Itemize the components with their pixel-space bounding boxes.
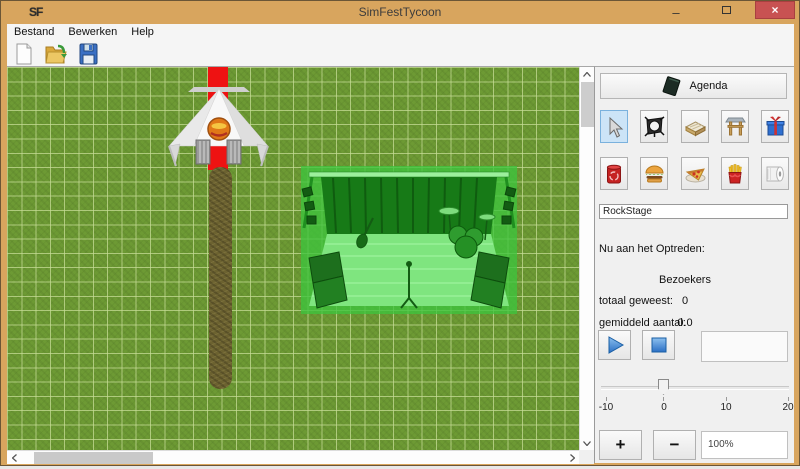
speed-slider-thumb[interactable]: [658, 379, 669, 395]
entrance-gate-icon: [724, 115, 747, 138]
spotlight-tool-button[interactable]: [640, 110, 668, 143]
menu-help[interactable]: Help: [124, 24, 161, 41]
play-button[interactable]: [598, 330, 631, 360]
menu-bar: Bestand Bewerken Help: [7, 24, 794, 41]
new-file-button[interactable]: [11, 42, 37, 65]
visitors-header: Bezoekers: [640, 274, 730, 286]
slider-label-zero: 0: [649, 402, 679, 413]
burger-tool-button[interactable]: [640, 157, 668, 190]
scroll-up-button[interactable]: [580, 67, 594, 81]
vertical-scroll-thumb[interactable]: [581, 82, 594, 127]
trash-bin-tool-button[interactable]: [600, 157, 628, 190]
save-icon: [78, 43, 99, 65]
festival-terrain-grid[interactable]: [7, 67, 579, 450]
chevron-up-icon: [583, 72, 591, 77]
zoom-out-button[interactable]: −: [653, 430, 696, 460]
title-bar[interactable]: SF SimFestTycoon – ×: [1, 1, 799, 24]
side-panel: Agenda: [594, 66, 794, 463]
slider-label-ten: 10: [711, 402, 741, 413]
dirt-path[interactable]: [209, 167, 232, 389]
stop-icon: [651, 337, 667, 353]
slider-label-min: -10: [591, 402, 621, 413]
entrance-gate-tool-button[interactable]: [721, 110, 749, 143]
agenda-book-icon: [660, 76, 682, 96]
cursor-icon: [604, 116, 624, 138]
horizontal-scrollbar[interactable]: [7, 450, 579, 464]
stop-button[interactable]: [642, 330, 675, 360]
select-tool-button[interactable]: [600, 110, 628, 143]
agenda-label: Agenda: [690, 80, 728, 92]
menu-bestand[interactable]: Bestand: [7, 24, 61, 41]
toilet-paper-icon: [764, 164, 786, 184]
slider-tick: [606, 397, 607, 401]
performance-info-box: [701, 331, 788, 362]
scrollbar-corner: [579, 450, 594, 464]
menu-bewerken[interactable]: Bewerken: [61, 24, 124, 41]
chevron-left-icon: [12, 454, 17, 462]
scroll-left-button[interactable]: [7, 451, 21, 465]
slider-label-twenty: 20: [773, 402, 800, 413]
slider-tick: [726, 397, 727, 401]
zoom-in-button[interactable]: +: [599, 430, 642, 460]
scroll-down-button[interactable]: [580, 436, 594, 450]
stage-platform-icon: [684, 117, 707, 137]
chevron-right-icon: [570, 454, 575, 462]
now-performing-label: Nu aan het Optreden:: [599, 243, 705, 255]
spotlight-icon: [643, 115, 666, 138]
chevron-down-icon: [583, 441, 591, 446]
app-window: SF SimFestTycoon – × Bestand Bewerken He…: [0, 0, 800, 466]
stage-name-input[interactable]: [599, 204, 788, 219]
simfest-logo: [208, 118, 230, 140]
stage-placement-preview[interactable]: [301, 166, 517, 314]
entrance-tent[interactable]: [166, 84, 271, 169]
gift-icon: [764, 115, 787, 138]
close-button[interactable]: ×: [755, 1, 795, 19]
average-visitors-value: 0.0: [640, 317, 730, 329]
vertical-scrollbar[interactable]: [579, 67, 594, 450]
menu-toolbar-area: Bestand Bewerken Help: [7, 24, 794, 66]
stage-tool-button[interactable]: [681, 110, 709, 143]
pizza-tool-button[interactable]: [681, 157, 709, 190]
maximize-icon: [722, 6, 731, 14]
slider-tick: [788, 397, 789, 401]
scroll-right-button[interactable]: [565, 451, 579, 465]
maximize-button[interactable]: [709, 1, 743, 19]
save-button[interactable]: [75, 42, 101, 65]
slider-tick: [663, 397, 664, 401]
zoom-level-value: 100%: [701, 431, 788, 459]
open-file-icon: [44, 43, 68, 65]
fries-tool-button[interactable]: [721, 157, 749, 190]
pizza-icon: [684, 163, 707, 184]
speed-slider-track[interactable]: [601, 386, 789, 390]
horizontal-scroll-thumb[interactable]: [34, 452, 153, 464]
fries-icon: [725, 163, 745, 185]
play-icon: [605, 335, 625, 355]
toilet-tool-button[interactable]: [761, 157, 789, 190]
toolbar: [7, 41, 794, 66]
agenda-button[interactable]: Agenda: [600, 73, 787, 99]
gift-tool-button[interactable]: [761, 110, 789, 143]
open-file-button[interactable]: [43, 42, 69, 65]
new-file-icon: [14, 43, 34, 65]
burger-icon: [643, 163, 666, 184]
total-visitors-value: 0: [640, 295, 730, 307]
trash-bin-icon: [604, 163, 624, 185]
minimize-button[interactable]: –: [659, 1, 693, 19]
map-canvas[interactable]: [7, 66, 594, 463]
